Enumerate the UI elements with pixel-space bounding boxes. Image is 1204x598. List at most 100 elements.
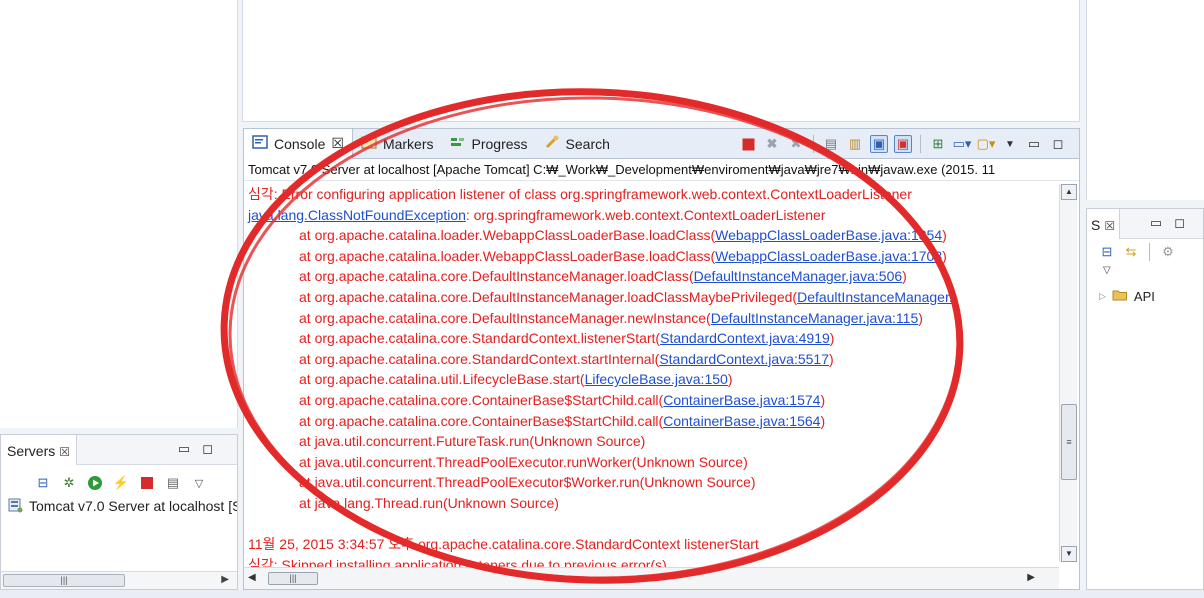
console-line-text: ): [918, 309, 923, 326]
close-icon[interactable]: ☒: [331, 135, 344, 152]
stop-server-icon[interactable]: [139, 475, 155, 491]
tab-progress[interactable]: Progress: [442, 129, 536, 159]
status-bar: [0, 590, 1204, 598]
show-on-stdout-icon[interactable]: ▣: [870, 135, 888, 153]
console-line-text: at org.apache.catalina.loader.WebappClas…: [299, 247, 716, 264]
markers-icon: [361, 135, 377, 152]
clear-console-icon[interactable]: ▤: [822, 135, 840, 153]
stacktrace-link[interactable]: WebappClassLoaderBase.java:1854: [715, 227, 942, 243]
console-line-text: ): [942, 227, 947, 244]
console-line: at org.apache.catalina.core.DefaultInsta…: [248, 266, 1059, 287]
stacktrace-link[interactable]: ContainerBase.java:1564: [663, 413, 820, 429]
tab-console[interactable]: Console ☒: [244, 128, 353, 159]
toolbar-separator: [920, 135, 921, 153]
search-icon: [544, 134, 560, 153]
scroll-down-arrow-icon[interactable]: ▼: [1061, 546, 1077, 562]
console-line: 심각: Skipped installing application liste…: [248, 555, 1059, 567]
debug-icon[interactable]: ✲: [61, 475, 77, 491]
collapse-all-icon[interactable]: ⊟: [1099, 244, 1115, 260]
close-icon[interactable]: ☒: [59, 445, 70, 459]
tab-outline[interactable]: S ☒: [1087, 209, 1121, 239]
scroll-right-arrow-icon[interactable]: ▶: [221, 574, 229, 585]
link-with-editor-icon[interactable]: ⇆: [1123, 244, 1139, 260]
remove-launch-icon[interactable]: ✖: [763, 135, 781, 153]
view-menu-icon[interactable]: ▼: [1001, 135, 1019, 153]
console-line-text: at org.apache.catalina.core.DefaultInsta…: [299, 309, 711, 326]
tree-item[interactable]: ▷ API: [1087, 285, 1203, 307]
stacktrace-link[interactable]: StandardContext.java:5517: [659, 351, 829, 367]
console-line: at org.apache.catalina.loader.WebappClas…: [248, 246, 1059, 267]
remove-all-terminated-icon[interactable]: ✖: [787, 135, 805, 153]
open-console-icon[interactable]: ▢▾: [977, 135, 996, 153]
console-line: at java.util.concurrent.FutureTask.run(U…: [248, 431, 1059, 452]
scroll-thumb[interactable]: |||: [268, 572, 318, 585]
markers-tab-label: Markers: [382, 135, 434, 152]
collapse-icon[interactable]: ⊟: [35, 475, 51, 491]
console-tabbar: Console ☒ Markers Progress Search ✖ ✖ ▤ …: [244, 128, 1079, 159]
console-toolbar: ✖ ✖ ▤ ▥ ▣ ▣ ⊞ ▭▾ ▢▾ ▼ ▭ ◻: [739, 135, 1067, 153]
display-selected-console-icon[interactable]: ▭▾: [953, 135, 972, 153]
console-line-text: at org.apache.catalina.core.StandardCont…: [299, 330, 661, 347]
console-line: 11월 25, 2015 3:34:57 오후 org.apache.catal…: [248, 534, 1059, 555]
stacktrace-link[interactable]: StandardContext.java:4919: [660, 330, 830, 346]
console-line-text: : org.springframework.web.context.Contex…: [465, 206, 826, 223]
stacktrace-link[interactable]: DefaultInstanceManager.java:115: [711, 310, 919, 326]
console-line-text: 심각: Skipped installing application liste…: [248, 556, 667, 567]
pin-console-icon[interactable]: ⊞: [929, 135, 947, 153]
servers-tabbar: Servers ☒ ▭◻: [1, 435, 237, 465]
console-horizontal-scrollbar[interactable]: ◀ ||| ▶: [244, 567, 1059, 589]
view-menu-icon[interactable]: ▽: [191, 475, 207, 491]
maximize-icon[interactable]: ◻: [1049, 135, 1067, 153]
console-line: at java.lang.Thread.run(Unknown Source): [248, 493, 1059, 514]
publish-icon[interactable]: ▤: [165, 475, 181, 491]
terminate-icon[interactable]: [739, 135, 757, 153]
console-line: at org.apache.catalina.loader.WebappClas…: [248, 225, 1059, 246]
minimize-maximize-buttons[interactable]: ▭◻: [1150, 215, 1197, 231]
scroll-thumb[interactable]: |||: [3, 574, 125, 587]
console-line-text: ): [820, 412, 826, 429]
tab-servers[interactable]: Servers ☒: [1, 435, 77, 465]
console-line-text: at org.apache.catalina.core.ContainerBas…: [299, 391, 664, 408]
console-line: at org.apache.catalina.core.StandardCont…: [248, 328, 1059, 349]
console-vertical-scrollbar[interactable]: ▲ ≡ ▼: [1059, 184, 1077, 562]
start-server-icon[interactable]: [87, 475, 103, 491]
show-on-stderr-icon[interactable]: ▣: [894, 135, 912, 153]
console-line: java.lang.ClassNotFoundException: org.sp…: [248, 205, 1059, 226]
stacktrace-link[interactable]: WebappClassLoaderBase.java:1703: [715, 248, 942, 264]
tab-search[interactable]: Search: [536, 129, 618, 159]
stacktrace-link[interactable]: DefaultInstanceManager.j: [797, 289, 956, 305]
scroll-lock-icon[interactable]: ▥: [846, 135, 864, 153]
progress-icon: [450, 135, 466, 152]
servers-horizontal-scrollbar[interactable]: ||| ▶: [1, 571, 237, 589]
expand-arrow-icon[interactable]: ▷: [1099, 291, 1106, 302]
search-tab-label: Search: [565, 135, 610, 152]
settings-icon[interactable]: ⚙: [1160, 244, 1176, 260]
console-process-description: Tomcat v7.0 Server at localhost [Apache …: [244, 159, 1079, 181]
console-line: 심각: Error configuring application listen…: [248, 184, 1059, 205]
stacktrace-link[interactable]: ContainerBase.java:1574: [663, 392, 820, 408]
minimize-icon[interactable]: ▭: [1025, 135, 1043, 153]
toolbar-separator: [813, 135, 814, 153]
server-list-item[interactable]: Tomcat v7.0 Server at localhost [Stopped…: [1, 495, 237, 517]
console-line: at org.apache.catalina.util.LifecycleBas…: [248, 369, 1059, 390]
close-icon[interactable]: ☒: [1104, 219, 1115, 233]
minimize-maximize-buttons[interactable]: ▭◻: [178, 441, 225, 457]
stacktrace-link[interactable]: LifecycleBase.java:150: [585, 371, 728, 387]
progress-tab-label: Progress: [471, 135, 528, 152]
profile-icon[interactable]: ⚡: [113, 475, 129, 491]
console-line-text: ): [829, 330, 835, 347]
console-line-text: at java.util.concurrent.ThreadPoolExecut…: [299, 453, 748, 470]
console-output[interactable]: 심각: Error configuring application listen…: [244, 182, 1059, 567]
view-menu-icon[interactable]: ▽: [1087, 265, 1203, 285]
scroll-thumb[interactable]: ≡: [1061, 404, 1077, 480]
scroll-up-arrow-icon[interactable]: ▲: [1061, 184, 1077, 200]
scroll-right-arrow-icon[interactable]: ▶: [1027, 572, 1035, 583]
console-line-text: at java.util.concurrent.FutureTask.run(U…: [299, 433, 646, 450]
editor-area: [242, 0, 1080, 122]
tab-markers[interactable]: Markers: [353, 129, 442, 159]
stacktrace-link[interactable]: DefaultInstanceManager.java:506: [694, 268, 903, 284]
console-line-text: at org.apache.catalina.core.ContainerBas…: [299, 412, 664, 429]
server-icon: [7, 497, 23, 516]
stacktrace-link[interactable]: java.lang.ClassNotFoundException: [248, 207, 466, 223]
scroll-left-arrow-icon[interactable]: ◀: [248, 572, 256, 583]
